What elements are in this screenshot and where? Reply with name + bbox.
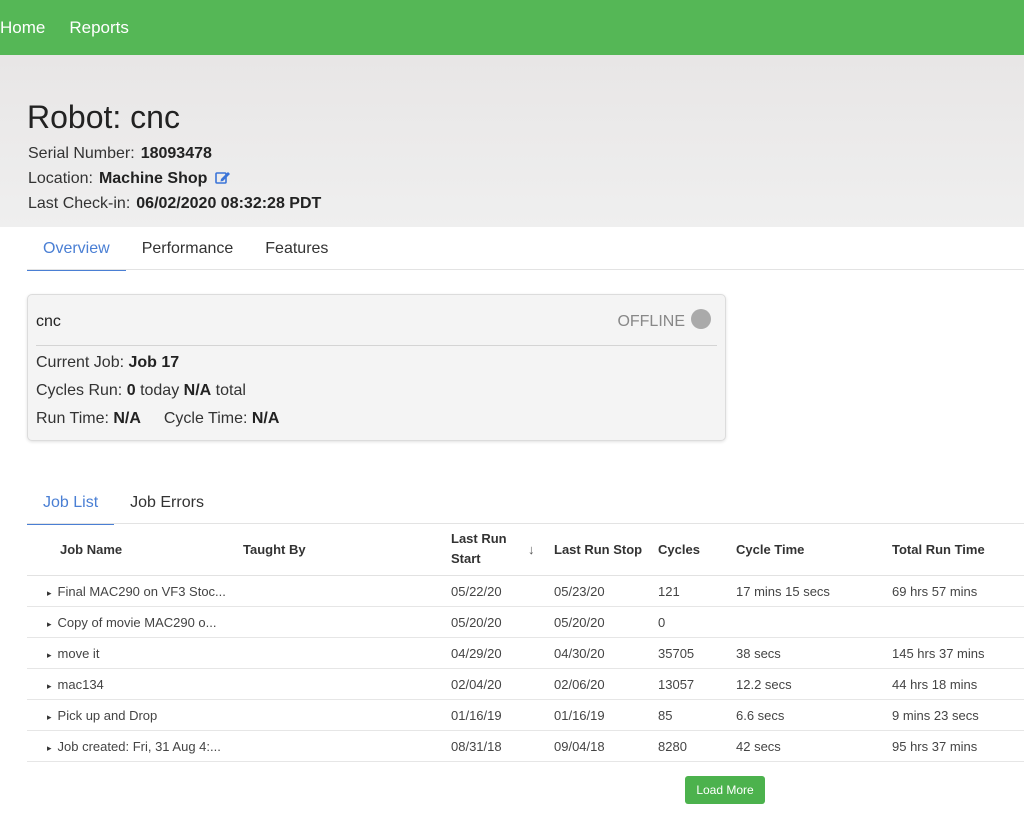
sort-arrow-icon[interactable]: ↓ (528, 542, 535, 557)
header-total-run-time[interactable]: Total Run Time (892, 542, 1022, 557)
start-cell: 08/31/18 (451, 738, 502, 754)
cycle-time-cell: 38 secs (736, 645, 781, 661)
total-run-time-cell: 69 hrs 57 mins (892, 583, 978, 599)
table-header: Job Name Taught By Last Run Start ↓ Last… (27, 523, 1024, 576)
start-cell: 05/20/20 (451, 614, 502, 630)
last-checkin-label: Last Check-in: (28, 195, 131, 212)
triangle-right-icon[interactable]: ▸ (47, 712, 52, 722)
robot-header: Robot: cnc Serial Number: 18093478 Locati… (0, 55, 1024, 227)
job-table: Job Name Taught By Last Run Start ↓ Last… (27, 523, 1024, 762)
total-run-time-cell: 9 mins 23 secs (892, 707, 979, 723)
top-nav: Home Reports (0, 0, 1024, 55)
tab-job-list[interactable]: Job List (27, 482, 115, 525)
cycles-cell: 85 (658, 707, 673, 723)
job-name-cell[interactable]: Pick up and Drop (58, 708, 158, 723)
robot-status-card: cnc OFFLINE Current Job: Job 17 Cycles R… (27, 294, 726, 441)
main-tabs: Overview Performance Features (27, 228, 344, 271)
status-dot-icon (691, 309, 711, 329)
card-robot-name: cnc (36, 313, 61, 330)
location-value: Machine Shop (98, 170, 208, 187)
stop-cell: 09/04/18 (554, 738, 605, 754)
tab-features[interactable]: Features (249, 228, 344, 270)
cycle-time-cell: 12.2 secs (736, 676, 792, 692)
header-last-run-stop[interactable]: Last Run Stop (554, 542, 649, 557)
table-row[interactable]: ▸ Copy of movie MAC290 o... 05/20/20 05/2… (27, 607, 1024, 638)
header-job-name[interactable]: Job Name (60, 542, 250, 557)
triangle-right-icon[interactable]: ▸ (47, 650, 52, 660)
current-job-value: Job 17 (128, 354, 180, 371)
cycles-cell: 121 (658, 583, 680, 599)
run-time-value: N/A (113, 410, 141, 427)
tab-overview[interactable]: Overview (27, 228, 126, 271)
edit-icon[interactable] (215, 170, 231, 190)
card-divider (36, 345, 717, 346)
cycles-cell: 8280 (658, 738, 687, 754)
tab-job-errors[interactable]: Job Errors (114, 482, 220, 524)
header-cycle-time[interactable]: Cycle Time (736, 542, 886, 557)
load-more-button[interactable]: Load More (685, 776, 765, 804)
cycles-cell: 0 (658, 614, 666, 630)
cycle-time-value: N/A (251, 410, 280, 427)
job-name-cell[interactable]: move it (58, 646, 100, 661)
cycles-cell: 13057 (658, 676, 695, 692)
total-run-time-cell: 145 hrs 37 mins (892, 645, 985, 661)
job-name-cell[interactable]: Final MAC290 on VF3 Stoc... (58, 584, 226, 599)
page-title: Robot: cnc (27, 99, 180, 135)
run-time-label: Run Time: (36, 410, 109, 427)
table-row[interactable]: ▸ move it 04/29/20 04/30/20 35705 38 secs… (27, 638, 1024, 669)
header-last-run-start[interactable]: Last Run Start (451, 529, 521, 569)
total-run-time-cell: 44 hrs 18 mins (892, 676, 978, 692)
cycle-time-cell: 6.6 secs (736, 707, 785, 723)
serial-number-value: 18093478 (140, 145, 212, 162)
start-cell: 01/16/19 (451, 707, 502, 723)
job-name-cell[interactable]: Copy of movie MAC290 o... (58, 615, 217, 630)
stop-cell: 02/06/20 (554, 676, 605, 692)
serial-number-line: Serial Number: 18093478 (28, 145, 212, 163)
job-name-cell[interactable]: mac134 (58, 677, 104, 692)
start-cell: 05/22/20 (451, 583, 502, 599)
cycles-run-line: Cycles Run: 0 today N/A total (36, 382, 246, 400)
table-row[interactable]: ▸ mac134 02/04/20 02/06/20 13057 12.2 sec… (27, 669, 1024, 700)
header-cycles[interactable]: Cycles (658, 542, 728, 557)
triangle-right-icon[interactable]: ▸ (47, 588, 52, 598)
total-run-time-cell: 95 hrs 37 mins (892, 738, 978, 754)
cycle-time-cell: 42 secs (736, 738, 781, 754)
stop-cell: 05/20/20 (554, 614, 605, 630)
cycles-today-value: 0 (126, 382, 136, 399)
triangle-right-icon[interactable]: ▸ (47, 681, 52, 691)
table-row[interactable]: ▸ Final MAC290 on VF3 Stoc... 05/22/20 05… (27, 576, 1024, 607)
location-label: Location: (28, 170, 93, 187)
start-cell: 02/04/20 (451, 676, 502, 692)
cycles-total-word: total (215, 382, 246, 399)
last-checkin-value: 06/02/2020 08:32:28 PDT (136, 195, 322, 212)
job-name-cell[interactable]: Job created: Fri, 31 Aug 4:... (58, 739, 221, 754)
start-cell: 04/29/20 (451, 645, 502, 661)
nav-reports-link[interactable]: Reports (69, 18, 129, 38)
header-taught-by[interactable]: Taught By (243, 542, 383, 557)
status-label: OFFLINE (617, 313, 685, 330)
current-job-label: Current Job: (36, 354, 125, 371)
cycle-time-cell: 17 mins 15 secs (736, 583, 830, 599)
nav-home-link[interactable]: Home (0, 18, 45, 38)
job-tabs: Job List Job Errors (27, 482, 220, 525)
stop-cell: 01/16/19 (554, 707, 605, 723)
location-line: Location: Machine Shop (28, 170, 231, 190)
cycles-cell: 35705 (658, 645, 695, 661)
current-job-line: Current Job: Job 17 (36, 354, 179, 372)
table-row[interactable]: ▸ Job created: Fri, 31 Aug 4:... 08/31/18… (27, 731, 1024, 762)
last-checkin-line: Last Check-in: 06/02/2020 08:32:28 PDT (28, 195, 321, 213)
stop-cell: 05/23/20 (554, 583, 605, 599)
stop-cell: 04/30/20 (554, 645, 605, 661)
tabs-divider (27, 269, 1024, 270)
serial-number-label: Serial Number: (28, 145, 135, 162)
tab-performance[interactable]: Performance (126, 228, 250, 270)
cycles-total-value: N/A (183, 382, 212, 399)
triangle-right-icon[interactable]: ▸ (47, 743, 52, 753)
cycles-run-label: Cycles Run: (36, 382, 123, 399)
run-time-line: Run Time: N/A Cycle Time: N/A (36, 410, 279, 428)
table-row[interactable]: ▸ Pick up and Drop 01/16/19 01/16/19 85 6… (27, 700, 1024, 731)
triangle-right-icon[interactable]: ▸ (47, 619, 52, 629)
cycles-today-word: today (140, 382, 180, 399)
cycle-time-label: Cycle Time: (163, 410, 248, 427)
